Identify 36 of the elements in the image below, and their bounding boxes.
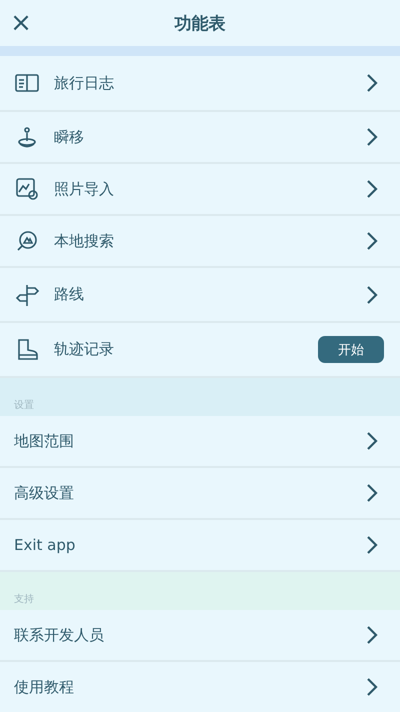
menu-item[interactable]: 使用教程: [0, 662, 400, 712]
menu-item[interactable]: 瞬移: [0, 112, 400, 164]
menu-item-label: 旅行日志: [54, 74, 115, 92]
menu-item-label: 瞬移: [54, 128, 85, 146]
close-button[interactable]: ×: [6, 8, 36, 38]
menu-item-label: 轨迹记录: [54, 340, 115, 359]
menu-item-label: 地图范围: [14, 432, 75, 450]
menu-item-label: 联系开发人员: [14, 626, 105, 644]
chevron-icon: [366, 179, 378, 199]
chevron-icon: [366, 677, 378, 697]
menu-item-label: Exit app: [14, 536, 76, 554]
menu-item[interactable]: 旅行日志: [0, 56, 400, 112]
menu-item[interactable]: 高级设置: [0, 468, 400, 520]
start-button[interactable]: 开始: [318, 336, 384, 363]
chevron-icon: [366, 535, 378, 555]
menu-item-label: 高级设置: [14, 484, 75, 502]
menu-item-label: 本地搜索: [54, 232, 115, 250]
chevron-icon: [366, 625, 378, 645]
chevron-icon: [366, 127, 378, 147]
chevron-icon: [366, 431, 378, 451]
menu-item[interactable]: 照片导入: [0, 164, 400, 216]
chevron-icon: [366, 73, 378, 93]
section-title: 支持: [14, 592, 34, 606]
menu-item[interactable]: 本地搜索: [0, 216, 400, 268]
chevron-icon: [366, 483, 378, 503]
menu-item[interactable]: 地图范围: [0, 416, 400, 468]
menu-item-label: 照片导入: [54, 180, 115, 198]
section-title: 设置: [14, 398, 34, 412]
menu-item-label: 路线: [54, 285, 85, 304]
menu-item-label: 使用教程: [14, 678, 75, 696]
menu-item[interactable]: 路线: [0, 268, 400, 323]
page-title: 功能表: [173, 12, 226, 34]
menu-item[interactable]: 联系开发人员: [0, 610, 400, 662]
photo-icon: [14, 176, 40, 202]
chevron-icon: [366, 231, 378, 251]
chevron-icon: [366, 284, 378, 304]
